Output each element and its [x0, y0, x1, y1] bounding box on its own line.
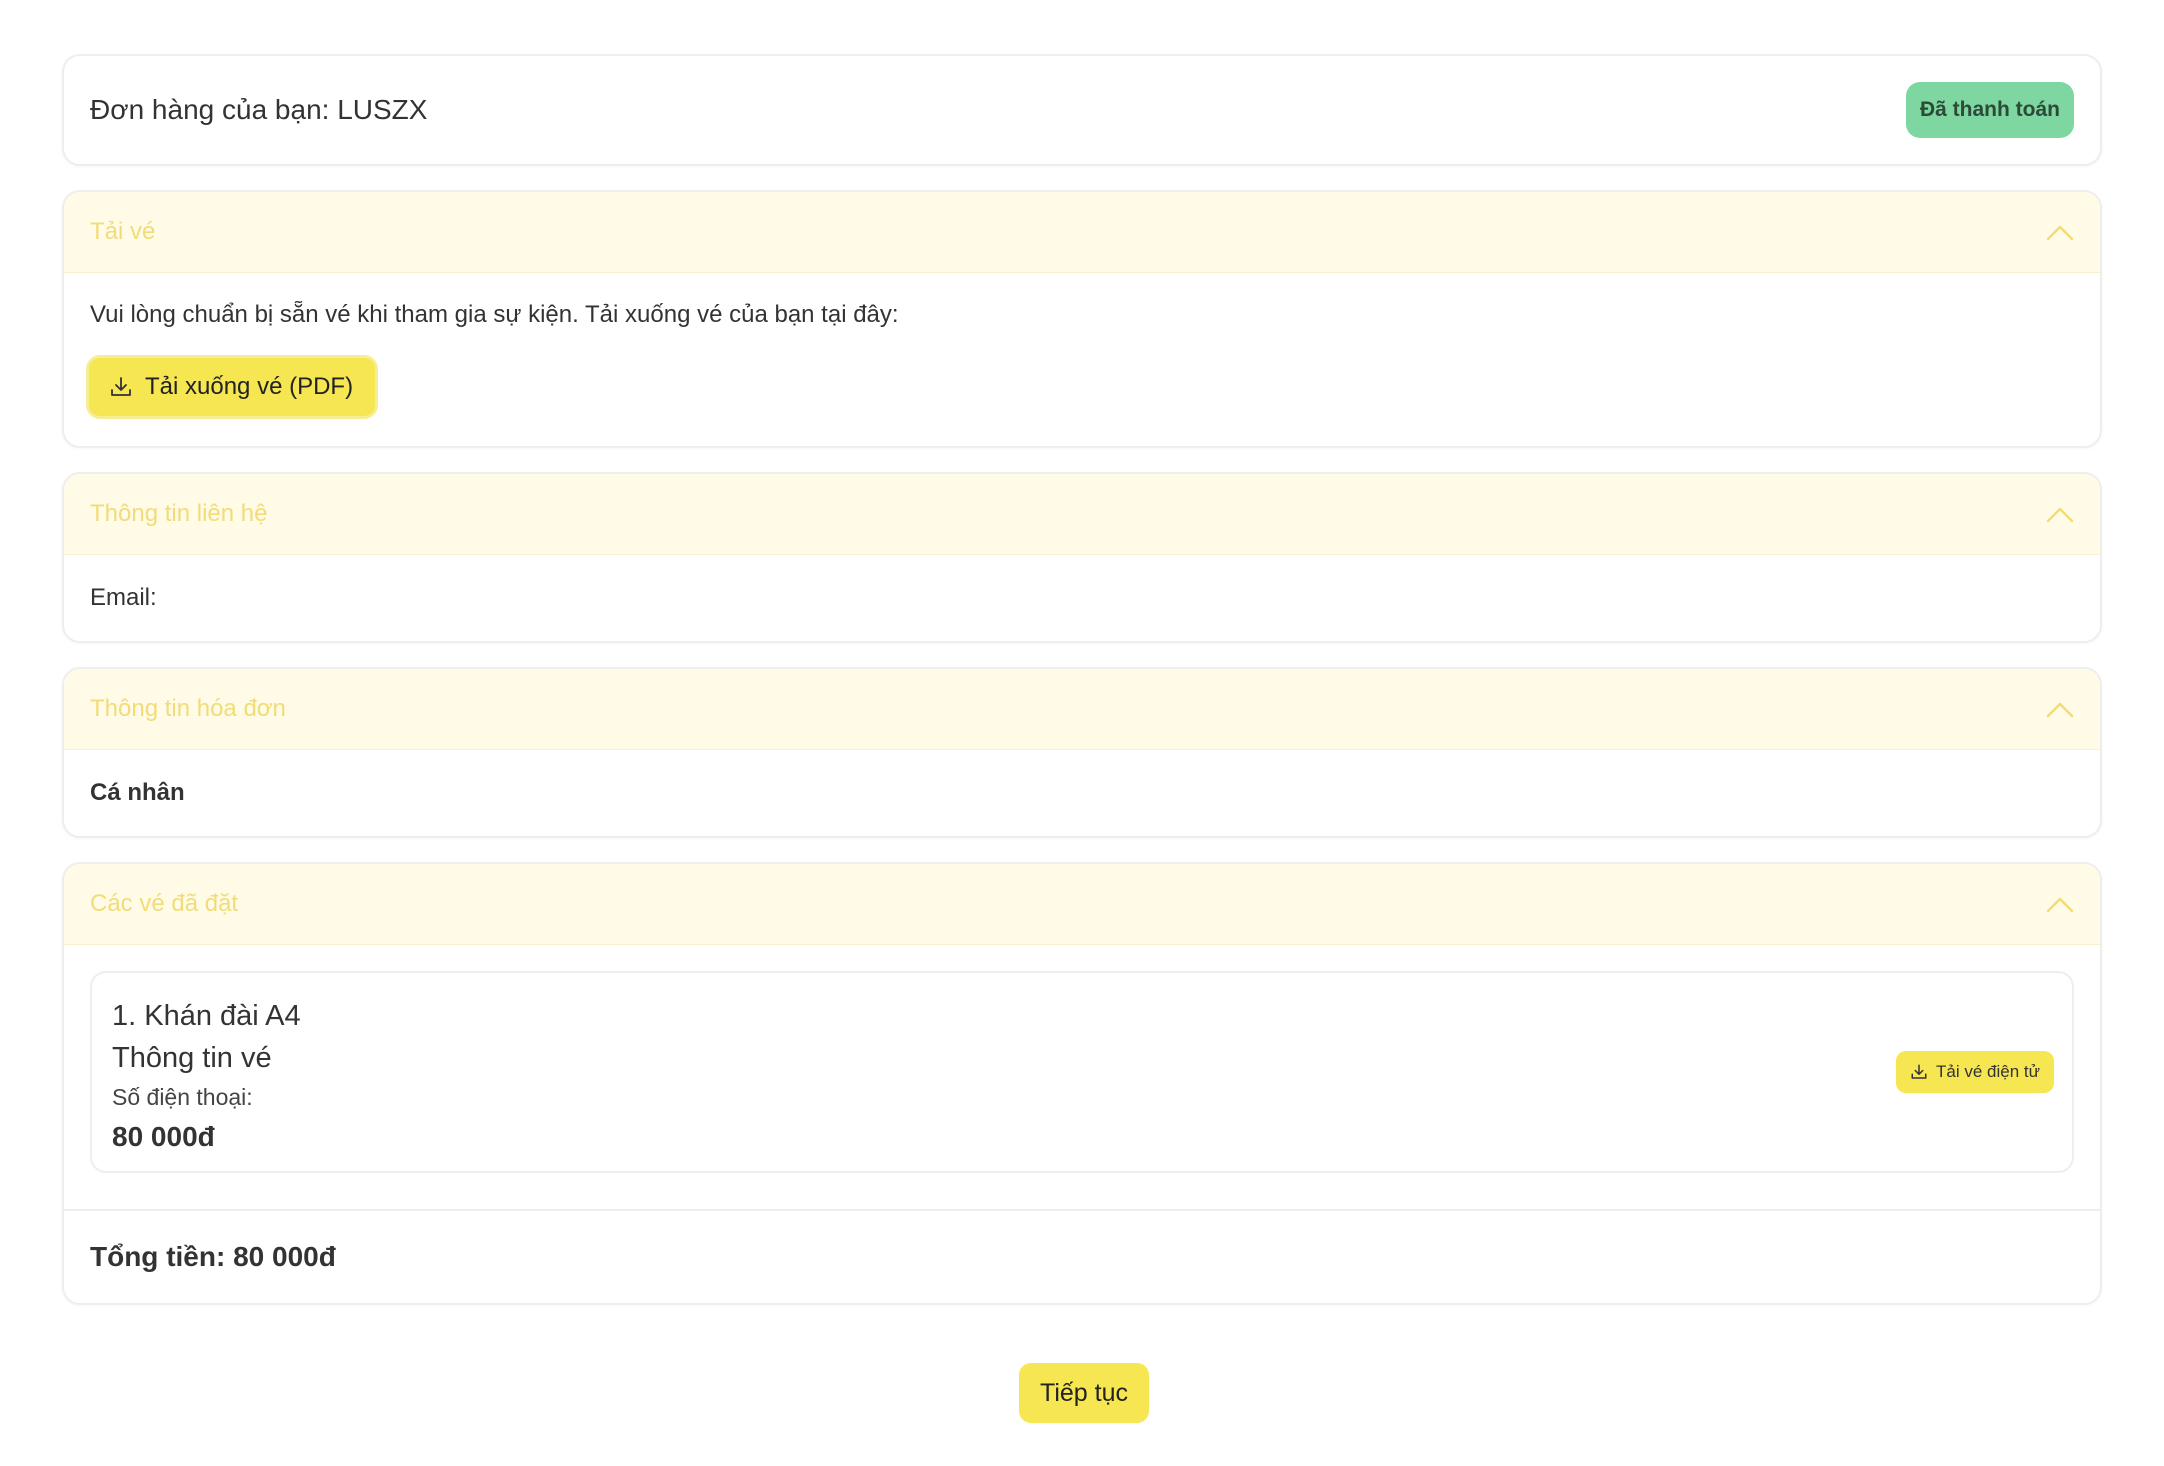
contact-info-section: Thông tin liên hệ Email:	[62, 472, 2102, 643]
download-ticket-body: Vui lòng chuẩn bị sẵn vé khi tham gia sự…	[64, 273, 2100, 446]
order-summary-card: Đơn hàng của bạn: LUSZX Đã thanh toán	[62, 54, 2102, 166]
download-ticket-title: Tải vé	[90, 218, 156, 245]
order-title: Đơn hàng của bạn: LUSZX	[90, 94, 428, 125]
contact-info-title: Thông tin liên hệ	[90, 500, 268, 527]
booked-tickets-body: 1. Khán đài A4 Thông tin vé Số điện thoạ…	[64, 945, 2100, 1209]
download-ticket-section: Tải vé Vui lòng chuẩn bị sẵn vé khi tham…	[62, 190, 2102, 448]
ticket-item: 1. Khán đài A4 Thông tin vé Số điện thoạ…	[90, 971, 2074, 1173]
order-total: Tổng tiền: 80 000đ	[64, 1209, 2100, 1303]
ticket-name: 1. Khán đài A4	[112, 1000, 301, 1032]
download-icon	[111, 377, 131, 396]
billing-info-section: Thông tin hóa đơn Cá nhân	[62, 667, 2102, 838]
download-pdf-label: Tải xuống vé (PDF)	[145, 373, 354, 400]
booked-tickets-title: Các vé đã đặt	[90, 890, 239, 917]
chevron-up-icon[interactable]	[2046, 505, 2074, 523]
billing-info-header[interactable]: Thông tin hóa đơn	[64, 669, 2100, 750]
ticket-price: 80 000đ	[112, 1121, 215, 1152]
download-instructions: Vui lòng chuẩn bị sẵn vé khi tham gia sự…	[90, 301, 899, 328]
continue-button[interactable]: Tiếp tục	[1019, 1363, 1149, 1423]
download-ticket-header[interactable]: Tải vé	[64, 192, 2100, 273]
contact-info-body: Email:	[64, 555, 2100, 641]
contact-info-header[interactable]: Thông tin liên hệ	[64, 474, 2100, 555]
ticket-info-label: Thông tin vé	[112, 1042, 272, 1074]
chevron-up-icon[interactable]	[2046, 223, 2074, 241]
download-eticket-label: Tải vé điện tử	[1936, 1062, 2040, 1081]
download-icon	[1911, 1064, 1927, 1079]
billing-info-title: Thông tin hóa đơn	[90, 695, 286, 722]
chevron-up-icon[interactable]	[2046, 700, 2074, 718]
order-page: Đơn hàng của bạn: LUSZX Đã thanh toán Tả…	[62, 54, 2102, 1305]
download-eticket-button[interactable]: Tải vé điện tử	[1896, 1051, 2054, 1093]
billing-info-body: Cá nhân	[64, 750, 2100, 836]
download-pdf-button[interactable]: Tải xuống vé (PDF)	[86, 355, 379, 419]
email-label: Email:	[90, 584, 157, 611]
continue-label: Tiếp tục	[1039, 1378, 1128, 1407]
billing-type: Cá nhân	[90, 779, 185, 806]
payment-status-badge: Đã thanh toán	[1906, 82, 2074, 138]
order-total-text: Tổng tiền: 80 000đ	[90, 1241, 336, 1272]
booked-tickets-header[interactable]: Các vé đã đặt	[64, 864, 2100, 945]
chevron-up-icon[interactable]	[2046, 895, 2074, 913]
ticket-phone-label: Số điện thoại:	[112, 1084, 253, 1110]
booked-tickets-section: Các vé đã đặt 1. Khán đài A4 Thông tin v…	[62, 862, 2102, 1305]
